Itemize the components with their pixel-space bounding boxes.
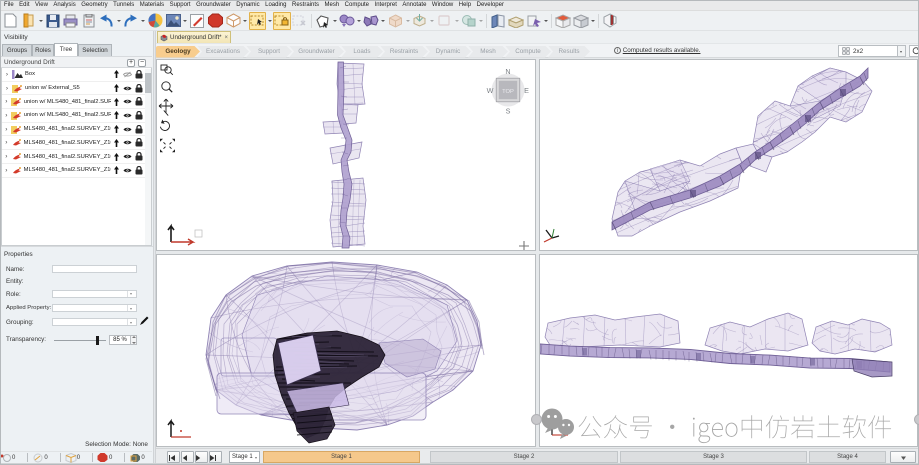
- svg-text:E: E: [524, 86, 529, 95]
- svg-text:N: N: [505, 67, 510, 76]
- svg-text:TOP: TOP: [502, 89, 514, 95]
- svg-text:W: W: [487, 86, 494, 95]
- svg-text:S: S: [506, 107, 511, 116]
